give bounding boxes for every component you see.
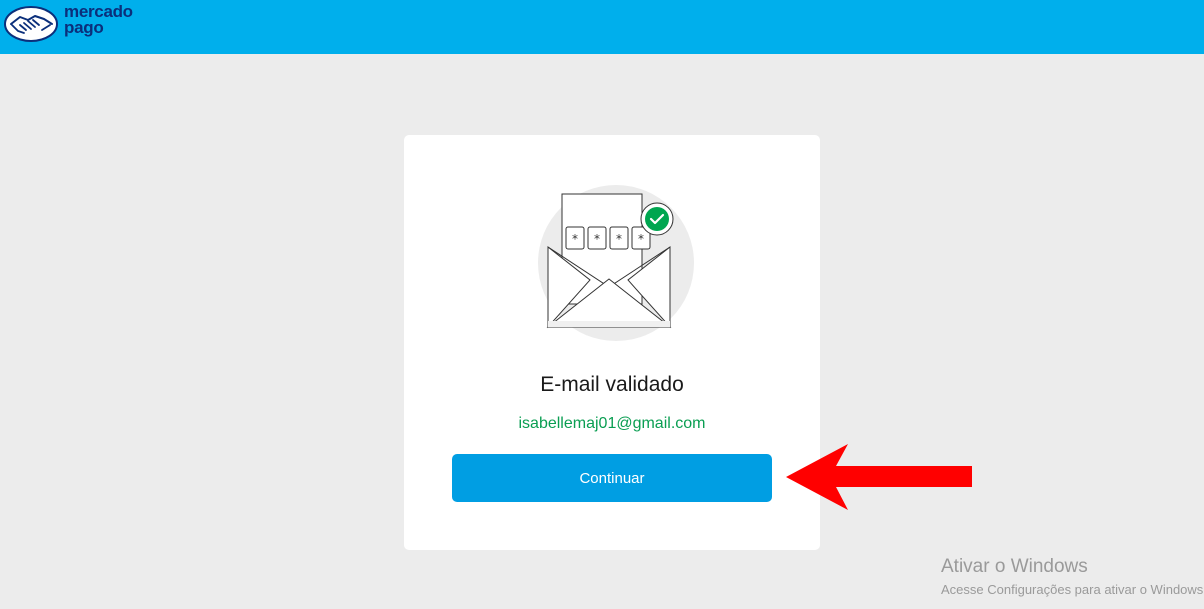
page-title: E-mail validado [540,373,684,396]
svg-text:*: * [638,232,644,246]
watermark-title: Ativar o Windows [941,556,1088,577]
top-header: mercado pago [0,0,1204,54]
envelope-verified-icon: * * * * [538,185,694,341]
red-arrow-pointing-left [786,444,972,510]
validation-card: * * * * E-mail validado isabellemaj01@gm… [404,135,820,550]
svg-text:*: * [594,232,600,246]
windows-activation-watermark: Ativar o Windows Acesse Configurações pa… [941,556,1204,599]
mercado-pago-logo[interactable]: mercado pago [4,3,154,47]
logo-wordmark: mercado pago [64,3,133,37]
logo-line-2: pago [64,18,104,37]
svg-text:*: * [572,232,578,246]
validated-email: isabellemaj01@gmail.com [518,415,706,432]
svg-text:*: * [616,232,622,246]
watermark-subtitle: Acesse Configurações para ativar o Windo… [941,582,1204,597]
continue-button[interactable]: Continuar [452,454,772,502]
handshake-icon [4,6,58,42]
